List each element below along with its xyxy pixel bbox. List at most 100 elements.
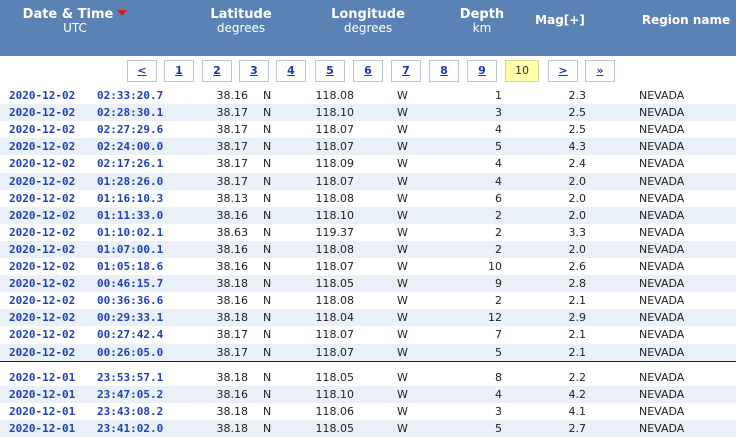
latitude-value: 38.63 [216, 225, 249, 239]
event-date-link[interactable]: 2020-12-02 [9, 87, 75, 104]
region-name: NEVADA [639, 123, 685, 137]
col-region-label[interactable]: Region name [636, 13, 736, 27]
longitude-value: 118.09 [315, 157, 355, 171]
event-date-link[interactable]: 2020-12-02 [9, 309, 75, 326]
event-time-link[interactable]: 01:11:33.0 [97, 207, 163, 224]
event-time-link[interactable]: 23:43:08.2 [97, 403, 163, 420]
lat-hemisphere: N [263, 157, 272, 171]
event-date-link[interactable]: 2020-12-02 [9, 326, 75, 343]
event-date-link[interactable]: 2020-12-02 [9, 207, 75, 224]
col-latitude[interactable]: Latitude degrees [196, 8, 286, 35]
table-row: 2020-12-02 01:07:00.1 38.16 N 118.08 W 2 2.0 NEV… [0, 240, 736, 258]
page-9-button[interactable]: 9 [467, 60, 497, 82]
depth-value: 12 [488, 311, 502, 325]
event-date-link[interactable]: 2020-12-01 [9, 386, 75, 403]
table-row: 2020-12-02 00:36:36.6 38.16 N 118.08 W 2 2.1 NEV… [0, 292, 736, 309]
event-time-link[interactable]: 00:36:36.6 [97, 292, 163, 309]
event-date-link[interactable]: 2020-12-01 [9, 420, 75, 437]
event-date-link[interactable]: 2020-12-02 [9, 292, 75, 309]
event-time-link[interactable]: 02:17:26.1 [97, 155, 163, 172]
page-7-button[interactable]: 7 [391, 60, 421, 82]
event-time-link[interactable]: 23:53:57.1 [97, 369, 163, 386]
depth-value: 2 [495, 242, 502, 256]
lat-hemisphere: N [263, 225, 272, 239]
col-latitude-label[interactable]: Latitude [196, 8, 286, 22]
event-date-link[interactable]: 2020-12-02 [9, 155, 75, 172]
region-name: NEVADA [639, 370, 685, 384]
lon-hemisphere: W [397, 225, 408, 239]
event-date-link[interactable]: 2020-12-02 [9, 241, 75, 258]
region-name: NEVADA [639, 277, 685, 291]
col-date-time[interactable]: Date & Time UTC [20, 8, 130, 35]
event-date-link[interactable]: 2020-12-02 [9, 138, 75, 155]
lon-hemisphere: W [397, 106, 408, 120]
next-page-button[interactable]: > [548, 60, 578, 82]
event-time-link[interactable]: 23:41:02.0 [97, 420, 163, 437]
last-page-button[interactable]: » [585, 60, 615, 82]
col-depth[interactable]: Depth km [452, 8, 512, 35]
longitude-value: 118.04 [315, 311, 355, 325]
table-row: 2020-12-02 00:46:15.7 38.18 N 118.05 W 9 2.8 NEV… [0, 275, 736, 293]
event-time-link[interactable]: 00:46:15.7 [97, 275, 163, 292]
longitude-value: 118.06 [315, 404, 355, 418]
event-time-link[interactable]: 01:05:18.6 [97, 258, 163, 275]
event-time-link[interactable]: 01:16:10.3 [97, 190, 163, 207]
latitude-value: 38.17 [216, 123, 249, 137]
magnitude-value: 2.3 [568, 89, 587, 102]
col-mag[interactable]: Mag[+] [528, 13, 592, 27]
page-5-button[interactable]: 5 [315, 60, 345, 82]
event-date-link[interactable]: 2020-12-02 [9, 275, 75, 292]
event-date-link[interactable]: 2020-12-01 [9, 369, 75, 386]
col-date-time-label[interactable]: Date & Time [23, 7, 114, 22]
event-date-link[interactable]: 2020-12-02 [9, 121, 75, 138]
event-date-link[interactable]: 2020-12-02 [9, 344, 75, 361]
event-time-link[interactable]: 01:07:00.1 [97, 241, 163, 258]
event-date-link[interactable]: 2020-12-02 [9, 173, 75, 190]
page-8-button[interactable]: 8 [429, 60, 459, 82]
depth-value: 4 [495, 174, 502, 188]
event-time-link[interactable]: 02:33:20.7 [97, 87, 163, 104]
region-name: NEVADA [639, 328, 685, 342]
col-depth-label[interactable]: Depth [452, 8, 512, 22]
col-longitude[interactable]: Longitude degrees [322, 8, 414, 35]
event-time-link[interactable]: 00:27:42.4 [97, 326, 163, 343]
lon-hemisphere: W [397, 387, 408, 401]
latitude-value: 38.17 [216, 140, 249, 154]
longitude-value: 118.10 [315, 208, 355, 222]
event-date-link[interactable]: 2020-12-02 [9, 224, 75, 241]
col-depth-unit: km [472, 21, 492, 35]
page-6-button[interactable]: 6 [353, 60, 383, 82]
col-longitude-label[interactable]: Longitude [322, 8, 414, 22]
day-divider [0, 361, 736, 362]
page-1-button[interactable]: 1 [164, 60, 194, 82]
lon-hemisphere: W [397, 260, 408, 273]
lat-hemisphere: N [263, 106, 272, 120]
page-2-button[interactable]: 2 [202, 60, 232, 82]
event-time-link[interactable]: 00:26:05.0 [97, 344, 163, 361]
event-time-link[interactable]: 02:28:30.1 [97, 104, 163, 121]
event-time-link[interactable]: 02:27:29.6 [97, 121, 163, 138]
table-row: 2020-12-02 02:17:26.1 38.17 N 118.09 W 4 2.4 NEV… [0, 155, 736, 172]
event-date-link[interactable]: 2020-12-02 [9, 104, 75, 121]
lon-hemisphere: W [397, 294, 408, 308]
prev-page-button[interactable]: < [127, 60, 157, 82]
col-region[interactable]: Region name [636, 13, 736, 27]
event-time-link[interactable]: 01:10:02.1 [97, 224, 163, 241]
lat-hemisphere: N [263, 311, 272, 325]
event-time-link[interactable]: 01:28:26.0 [97, 173, 163, 190]
event-date-link[interactable]: 2020-12-02 [9, 190, 75, 207]
event-time-link[interactable]: 02:24:00.0 [97, 138, 163, 155]
page-4-button[interactable]: 4 [276, 60, 306, 82]
magnitude-value: 2.1 [568, 328, 587, 342]
lon-hemisphere: W [397, 242, 408, 256]
magnitude-value: 2.0 [568, 242, 587, 256]
event-date-link[interactable]: 2020-12-02 [9, 258, 75, 275]
col-mag-label[interactable]: Mag[+] [528, 13, 592, 27]
event-date-link[interactable]: 2020-12-01 [9, 403, 75, 420]
page-10-current: 10 [505, 60, 539, 82]
event-time-link[interactable]: 00:29:33.1 [97, 309, 163, 326]
depth-value: 4 [495, 123, 502, 137]
longitude-value: 118.07 [315, 123, 355, 137]
page-3-button[interactable]: 3 [239, 60, 269, 82]
event-time-link[interactable]: 23:47:05.2 [97, 386, 163, 403]
